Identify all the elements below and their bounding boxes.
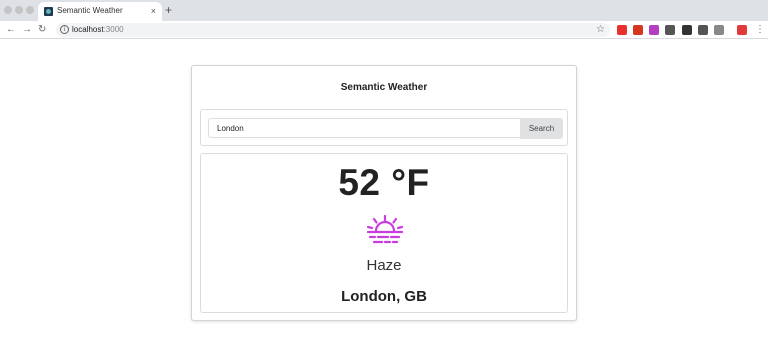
- extension-icon-4[interactable]: [665, 25, 675, 35]
- extension-icon-1[interactable]: [617, 25, 627, 35]
- back-button[interactable]: ←: [6, 23, 16, 37]
- browser-tab[interactable]: Semantic Weather ×: [38, 2, 162, 21]
- extension-icon-2[interactable]: [633, 25, 643, 35]
- browser-toolbar: ← → ↻ i localhost:3000 ☆ ⋮: [0, 21, 768, 39]
- search-segment: Search: [200, 109, 568, 146]
- temperature: 52 °F: [338, 162, 430, 203]
- haze-icon: [366, 214, 404, 244]
- browser-menu-icon[interactable]: ⋮: [755, 23, 765, 37]
- bookmark-star-icon[interactable]: ☆: [596, 23, 605, 37]
- tab-title: Semantic Weather: [57, 6, 123, 15]
- reload-button[interactable]: ↻: [38, 23, 46, 37]
- forward-button[interactable]: →: [22, 23, 32, 37]
- window-maximize-control[interactable]: [26, 6, 34, 14]
- extension-icon-7[interactable]: [714, 25, 724, 35]
- search-button[interactable]: Search: [520, 118, 563, 139]
- extension-icon-5[interactable]: [682, 25, 692, 35]
- close-tab-icon[interactable]: ×: [151, 5, 156, 17]
- window-close-control[interactable]: [4, 6, 12, 14]
- location-name: London, GB: [341, 288, 427, 305]
- extension-icon-3[interactable]: [649, 25, 659, 35]
- weather-result: 52 °F Haze London, GB: [200, 153, 568, 313]
- search-input[interactable]: [208, 118, 520, 138]
- extension-icon-6[interactable]: [698, 25, 708, 35]
- profile-avatar[interactable]: [737, 25, 747, 35]
- site-info-icon[interactable]: i: [60, 25, 69, 34]
- weather-card: Semantic Weather Search 52 °F: [191, 65, 577, 321]
- address-bar[interactable]: i localhost:3000 ☆: [56, 23, 610, 37]
- new-tab-button[interactable]: +: [165, 3, 172, 17]
- app-title: Semantic Weather: [340, 82, 428, 93]
- url-text[interactable]: localhost:3000: [72, 25, 124, 34]
- tab-strip: Semantic Weather × +: [0, 0, 768, 21]
- favicon-icon: [44, 7, 53, 16]
- window-minimize-control[interactable]: [15, 6, 23, 14]
- weather-condition: Haze: [366, 257, 402, 274]
